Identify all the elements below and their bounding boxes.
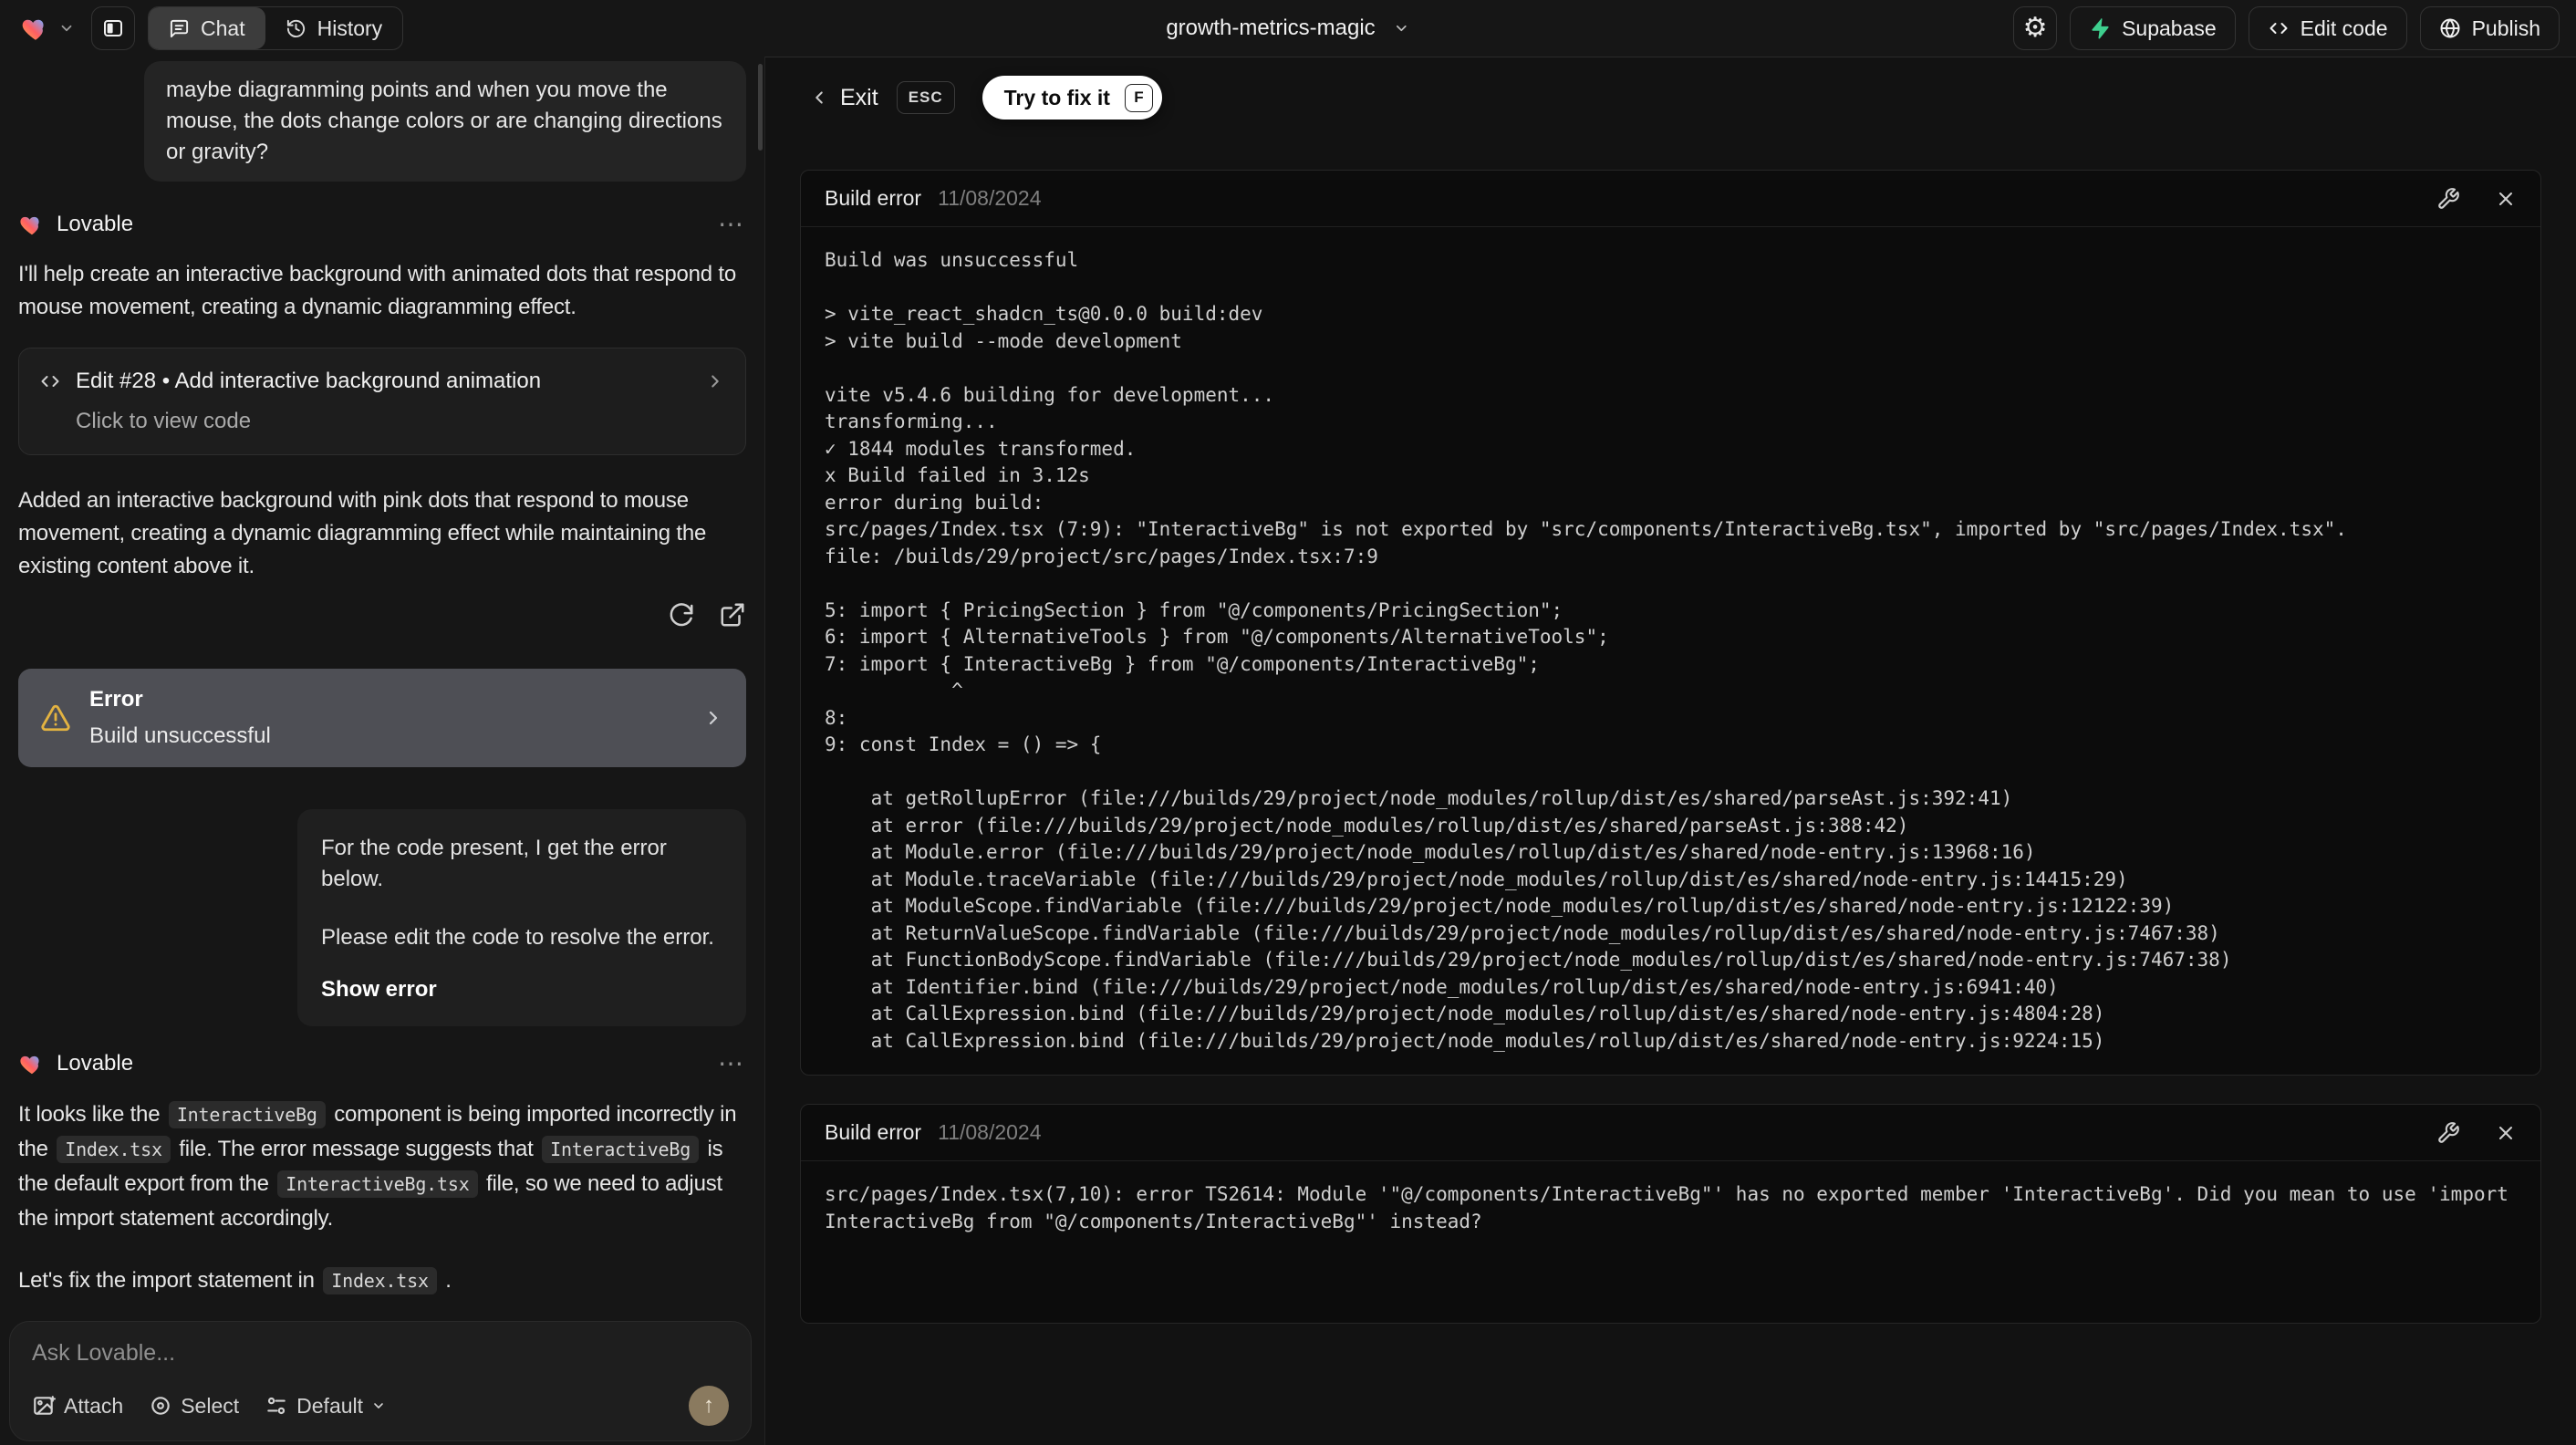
globe-icon [2439, 17, 2461, 39]
error-overlay-panel: Exit ESC Try to fix it F Build error 11/… [764, 57, 2576, 1445]
exit-button[interactable]: Exit [840, 85, 878, 111]
build-error-log-card: Build error 11/08/2024 src/pages/Index.t… [800, 1104, 2541, 1324]
wrench-icon[interactable] [2436, 1121, 2460, 1145]
sidebar-toggle-button[interactable] [91, 6, 135, 50]
attach-button[interactable]: Attach [32, 1394, 123, 1419]
edit-card-28[interactable]: Edit #28 • Add interactive background an… [18, 348, 746, 455]
fix-toolbar: Exit ESC Try to fix it F [809, 76, 2541, 120]
attach-label: Attach [64, 1393, 124, 1418]
build-error-title: Build error [825, 186, 922, 210]
build-error-log: src/pages/Index.tsx(7,10): error TS2614:… [825, 1183, 2508, 1232]
send-button[interactable]: ↑ [689, 1386, 729, 1426]
edit-card-subtitle: Click to view code [76, 409, 252, 433]
settings-button[interactable]: ⚙ [2013, 6, 2058, 50]
lovable-app: Chat History growth-metrics-magic ⚙ Supa… [0, 0, 2576, 1445]
build-error-log: Build was unsuccessful > vite_react_shad… [825, 249, 2347, 1052]
esc-key-badge: ESC [896, 81, 955, 114]
chat-input-box: Attach Select Default [9, 1321, 752, 1441]
supabase-label: Supabase [2122, 16, 2217, 40]
publish-button[interactable]: Publish [2419, 6, 2560, 50]
error-subtitle: Build unsuccessful [89, 723, 271, 748]
assistant-header: Lovable ⋯ [18, 209, 746, 240]
assistant-name: Lovable [57, 1051, 134, 1076]
supabase-bolt-icon [2089, 17, 2111, 39]
tab-chat[interactable]: Chat [149, 7, 265, 49]
main-area: maybe diagramming points and when you mo… [0, 57, 2576, 1445]
project-name: growth-metrics-magic [1166, 16, 1376, 40]
close-icon[interactable] [2495, 1122, 2517, 1144]
chevron-left-icon[interactable] [809, 88, 829, 108]
chevron-right-icon [705, 371, 725, 391]
assistant-header: Lovable ⋯ [18, 1048, 746, 1079]
assistant-message-rich: Let's fix the import statement in Index.… [18, 1267, 452, 1294]
mode-label: Default [296, 1393, 364, 1418]
build-error-date: 11/08/2024 [938, 1120, 1042, 1144]
code-brackets-icon [2268, 17, 2290, 39]
supabase-button[interactable]: Supabase [2070, 6, 2236, 50]
select-label: Select [181, 1393, 240, 1418]
history-clock-icon [286, 18, 306, 39]
error-title: Error [89, 687, 143, 712]
chevron-down-icon [58, 20, 75, 36]
user-error-message: For the code present, I get the error be… [297, 809, 746, 1026]
topbar-actions: ⚙ Supabase Edit code Publish [2013, 6, 2560, 50]
more-options-icon[interactable]: ⋯ [718, 212, 746, 237]
try-to-fix-button[interactable]: Try to fix it F [982, 76, 1162, 120]
lovable-logo-menu[interactable] [16, 13, 78, 44]
user-error-line2: Please edit the code to resolve the erro… [321, 925, 714, 950]
chat-panel: maybe diagramming points and when you mo… [0, 57, 764, 1445]
assistant-name: Lovable [57, 212, 134, 236]
build-error-date: 11/08/2024 [938, 186, 1042, 210]
user-error-line1: For the code present, I get the error be… [321, 836, 667, 891]
try-to-fix-label: Try to fix it [1003, 85, 1110, 109]
chevron-right-icon [702, 707, 724, 729]
close-icon[interactable] [2495, 188, 2517, 210]
gear-icon: ⚙ [2022, 13, 2048, 43]
chat-scrollbar[interactable] [758, 64, 763, 151]
chat-bubble-icon [169, 18, 190, 39]
image-icon [32, 1394, 56, 1418]
message-actions [18, 601, 746, 630]
select-button[interactable]: Select [149, 1394, 239, 1419]
chevron-down-icon [1394, 20, 1410, 36]
chevron-down-icon [371, 1398, 386, 1413]
build-error-title: Build error [825, 1120, 922, 1144]
build-error-header: Build error 11/08/2024 [801, 1105, 2540, 1161]
target-icon [149, 1394, 172, 1418]
arrow-up-icon: ↑ [703, 1393, 714, 1418]
chat-input[interactable] [32, 1340, 729, 1367]
edit-code-label: Edit code [2300, 16, 2388, 40]
user-message-bubble: maybe diagramming points and when you mo… [144, 61, 746, 182]
refresh-icon[interactable] [668, 601, 695, 630]
edit-card-title: Edit #28 • Add interactive background an… [76, 369, 542, 393]
assistant-message-rich: It looks like the InteractiveBg componen… [18, 1101, 737, 1231]
show-error-link[interactable]: Show error [321, 977, 722, 1003]
wrench-icon[interactable] [2436, 187, 2460, 211]
tab-history[interactable]: History [265, 7, 403, 49]
build-error-card[interactable]: Error Build unsuccessful [18, 669, 746, 767]
lovable-heart-icon [20, 13, 51, 44]
open-preview-icon[interactable] [719, 601, 746, 630]
lovable-heart-icon [18, 1050, 46, 1077]
build-error-header: Build error 11/08/2024 [801, 171, 2540, 227]
panel-left-icon [102, 17, 124, 39]
assistant-message: Added an interactive background with pin… [18, 488, 707, 578]
more-options-icon[interactable]: ⋯ [718, 1051, 746, 1076]
publish-label: Publish [2471, 16, 2540, 40]
mode-dropdown[interactable]: Default [265, 1394, 386, 1419]
tab-chat-label: Chat [201, 16, 245, 40]
chat-history-switch: Chat History [148, 6, 404, 50]
code-brackets-icon [39, 370, 61, 392]
edit-code-button[interactable]: Edit code [2248, 6, 2407, 50]
lovable-heart-icon [18, 211, 46, 238]
warning-triangle-icon [40, 702, 71, 733]
sliders-icon [265, 1394, 288, 1418]
f-key-badge: F [1124, 83, 1153, 112]
tab-history-label: History [317, 16, 383, 40]
build-error-log-card: Build error 11/08/2024 Build was unsucce… [800, 170, 2541, 1076]
assistant-message: I'll help create an interactive backgrou… [18, 262, 736, 319]
top-bar: Chat History growth-metrics-magic ⚙ Supa… [0, 0, 2576, 57]
project-switcher[interactable]: growth-metrics-magic [1166, 0, 1409, 57]
